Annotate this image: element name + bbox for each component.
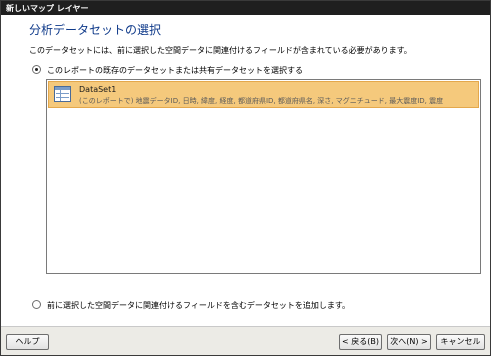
dataset-list[interactable]: DataSet1 (このレポートで) 地震データID, 日時, 緯度, 経度, … bbox=[46, 79, 481, 274]
back-button[interactable]: < 戻る(B) bbox=[339, 334, 382, 350]
existing-dataset-radio[interactable] bbox=[32, 65, 41, 74]
new-dataset-radio[interactable] bbox=[32, 300, 41, 309]
new-dataset-label[interactable]: 前に選択した空間データに関連付けるフィールドを含むデータセットを追加します。 bbox=[47, 300, 350, 311]
page-title: 分析データセットの選択 bbox=[29, 23, 162, 37]
next-button[interactable]: 次へ(N) > bbox=[387, 334, 431, 350]
wizard-window: 新しいマップ レイヤー 分析データセットの選択 このデータセットには、前に選択し… bbox=[0, 0, 491, 356]
help-button[interactable]: ヘルプ bbox=[6, 334, 49, 350]
page-description: このデータセットには、前に選択した空間データに関連付けるフィールドが含まれている… bbox=[29, 46, 412, 55]
existing-dataset-label[interactable]: このレポートの既存のデータセットまたは共有データセットを選択する bbox=[47, 65, 303, 76]
footer-bar: ヘルプ < 戻る(B) 次へ(N) > キャンセル bbox=[1, 326, 490, 355]
dataset-name: DataSet1 bbox=[79, 85, 117, 94]
window-title: 新しいマップ レイヤー bbox=[1, 1, 490, 15]
dataset-fields: (このレポートで) 地震データID, 日時, 緯度, 経度, 都道府県ID, 都… bbox=[79, 97, 444, 105]
dataset-table-icon bbox=[54, 86, 71, 102]
list-item[interactable]: DataSet1 (このレポートで) 地震データID, 日時, 緯度, 経度, … bbox=[48, 81, 479, 108]
cancel-button[interactable]: キャンセル bbox=[436, 334, 485, 350]
